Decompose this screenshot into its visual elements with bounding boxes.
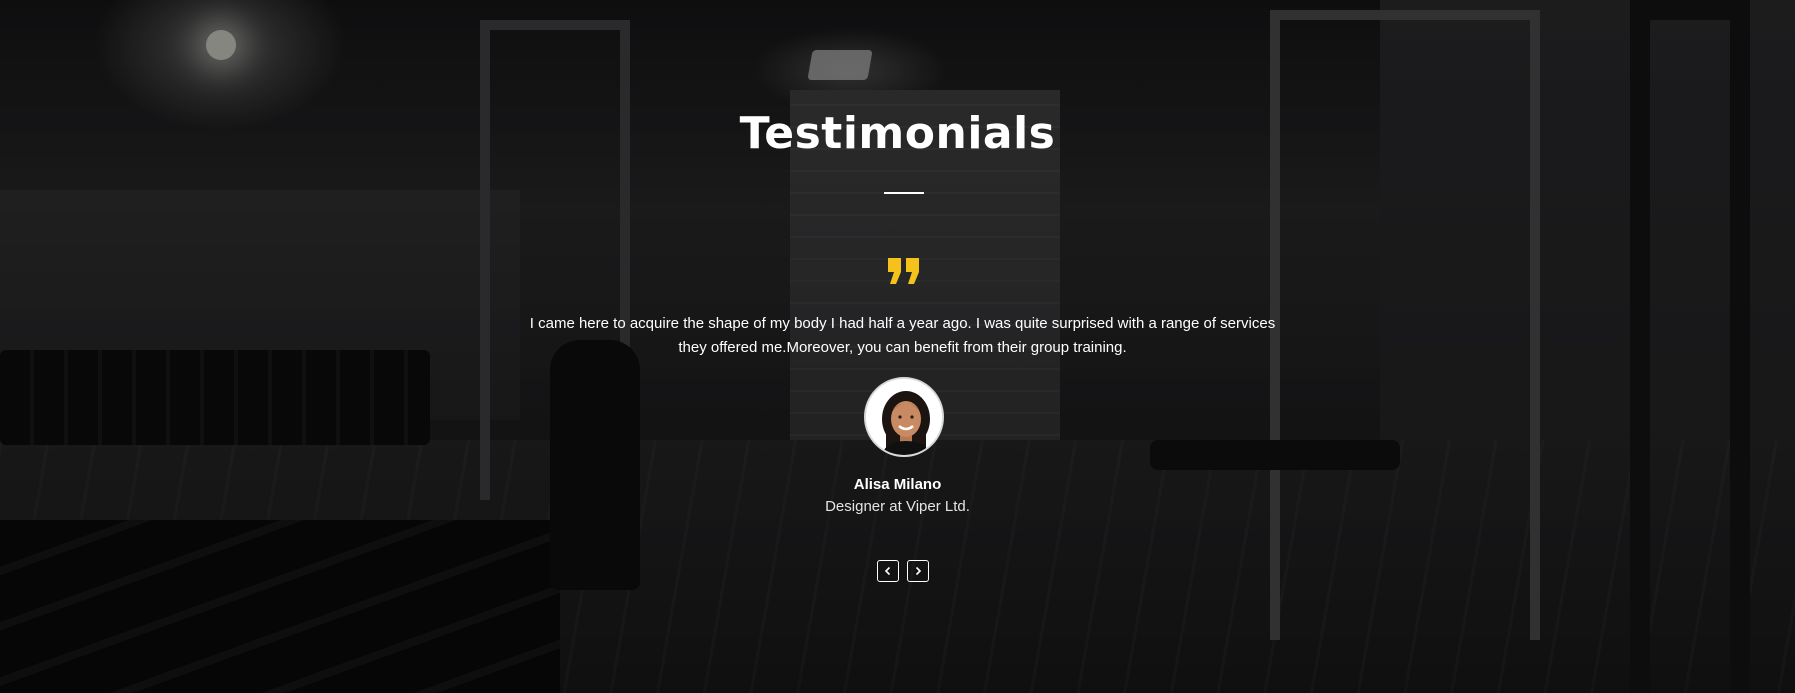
chevron-left-icon [884, 566, 891, 576]
previous-testimonial-button[interactable] [877, 560, 899, 582]
section-title: Testimonials [739, 108, 1056, 159]
author-role: Designer at Viper Ltd. [825, 498, 970, 515]
next-testimonial-button[interactable] [907, 560, 929, 582]
testimonials-section: Testimonials I came here to acquire the … [0, 0, 1795, 693]
testimonial-quote: I came here to acquire the shape of my b… [529, 315, 1276, 356]
author-avatar [864, 377, 944, 457]
chevron-right-icon [915, 566, 922, 576]
author-name: Alisa Milano [853, 476, 942, 493]
quote-icon [886, 256, 922, 286]
testimonial-content: Testimonials I came here to acquire the … [0, 0, 1795, 693]
title-divider [884, 192, 924, 194]
